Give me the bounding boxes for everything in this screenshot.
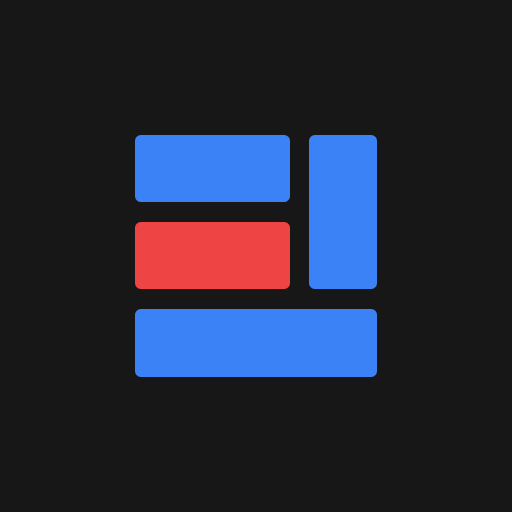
middle-left-red-block [135,222,290,289]
icon-canvas [0,0,512,512]
top-left-blue-block [135,135,290,202]
bottom-wide-blue-block [135,309,377,377]
right-vertical-blue-block [309,135,377,289]
